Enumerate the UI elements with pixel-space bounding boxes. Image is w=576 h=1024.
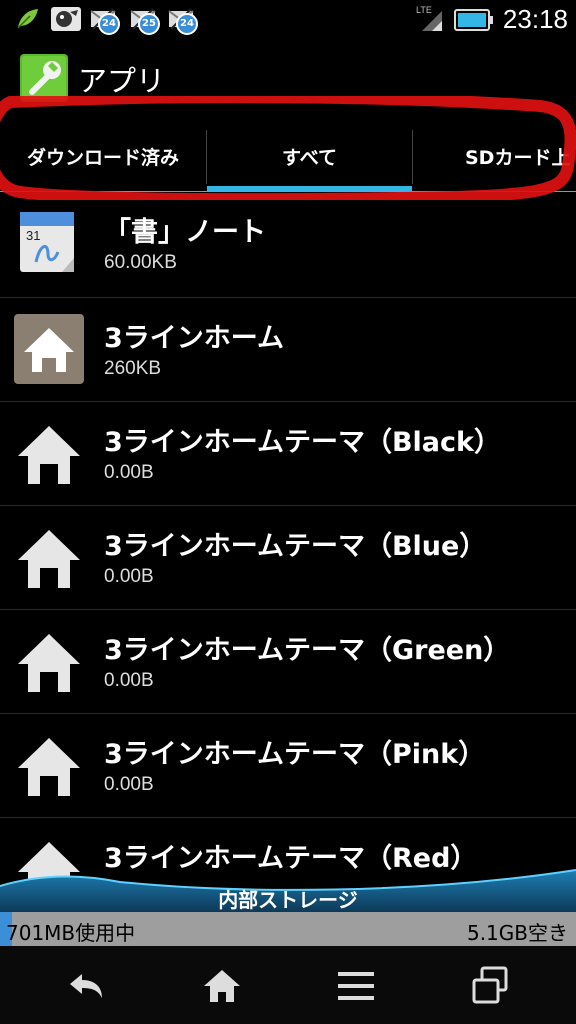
app-size: 0.00B [104,670,154,691]
app-size: 60.00KB [104,252,177,273]
home-icon [18,426,80,484]
home-icon [18,738,80,796]
notification-badge: 25 [138,13,160,35]
app-name: 3ラインホームテーマ（Black） [104,427,501,458]
notebook-icon: 31 [20,212,74,272]
app-name: 3ラインホーム [104,323,284,354]
svg-text:31: 31 [26,228,40,243]
wrench-icon[interactable] [20,54,68,102]
page-title: アプリ [78,64,166,98]
battery-icon [454,9,493,31]
app-name: 「書」ノート [104,217,266,248]
recents-icon[interactable] [466,962,514,1010]
home-tile-icon [14,314,84,384]
clock: 23:18 [502,4,568,34]
list-item[interactable]: 3ラインホームテーマ（Black） 0.00B [0,402,576,506]
list-item[interactable]: 31 「書」ノート 60.00KB [0,194,576,298]
app-size: 260KB [104,358,162,379]
signal-icon [422,11,442,31]
app-name: 3ラインホームテーマ（Green） [104,635,511,666]
tab-sd-card[interactable]: SDカード上 [413,118,576,194]
app-name: 3ラインホームテーマ（Blue） [104,531,487,562]
app-size: 0.00B [104,774,154,795]
app-size: 0.00B [104,566,154,587]
tab-all[interactable]: すべて [207,118,412,194]
notification-badge: 24 [176,13,198,35]
tab-downloaded[interactable]: ダウンロード済み [0,118,206,194]
list-item[interactable]: 3ラインホームテーマ（Blue） 0.00B [0,506,576,610]
home-icon [18,530,80,588]
tab-selected-indicator [207,186,412,192]
leaf-icon [17,9,38,29]
notification-badge: 24 [98,13,120,35]
character-icon [51,7,81,31]
home-icon [18,634,80,692]
list-item[interactable]: 3ラインホームテーマ（Pink） 0.00B [0,714,576,818]
storage-usage-bar: 701MB使用中 5.1GB空き [0,912,576,946]
home-nav-icon[interactable] [198,962,246,1010]
tab-bar: ダウンロード済み すべて SDカード上 [0,118,576,194]
app-name: 3ラインホームテーマ（Pink） [104,739,486,770]
menu-icon[interactable] [332,962,380,1010]
status-bar: 24 25 24 LTE 23:18 [0,0,576,40]
list-item[interactable]: 3ラインホーム 260KB [0,298,576,402]
action-bar: アプリ [0,40,576,112]
storage-free-label: 5.1GB空き [466,921,568,945]
storage-used-label: 701MB使用中 [6,921,136,945]
app-size: 0.00B [104,462,154,483]
back-icon[interactable] [62,962,110,1010]
storage-title: 内部ストレージ [218,888,358,912]
list-item[interactable]: 3ラインホームテーマ（Green） 0.00B [0,610,576,714]
navigation-bar [0,946,576,1024]
